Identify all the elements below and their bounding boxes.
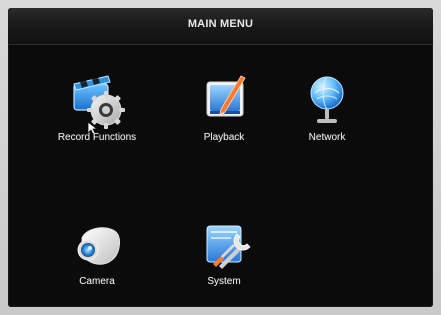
main-menu-panel: MAIN MENU Record Functions Playback Netw… xyxy=(8,8,433,307)
menu-item-network[interactable]: Network xyxy=(267,66,387,186)
record-functions-icon xyxy=(62,66,132,136)
title-bar: MAIN MENU xyxy=(8,8,433,45)
playback-icon xyxy=(189,66,259,136)
menu-item-label: System xyxy=(207,276,241,287)
menu-item-label: Camera xyxy=(79,276,115,287)
menu-item-record-functions[interactable]: Record Functions xyxy=(37,66,157,186)
menu-item-system[interactable]: System xyxy=(164,194,284,314)
system-tools-icon xyxy=(193,214,255,276)
dvr-screen: MAIN MENU Record Functions Playback Netw… xyxy=(0,0,441,315)
menu-item-camera[interactable]: Camera xyxy=(37,194,157,314)
page-title: MAIN MENU xyxy=(187,18,254,30)
menu-item-label: Playback xyxy=(203,132,245,143)
menu-item-label: Network xyxy=(308,132,346,143)
network-globe-icon xyxy=(295,69,359,133)
camera-icon xyxy=(66,214,128,276)
menu-item-playback[interactable]: Playback xyxy=(164,66,284,186)
menu-item-label: Record Functions xyxy=(57,132,137,143)
